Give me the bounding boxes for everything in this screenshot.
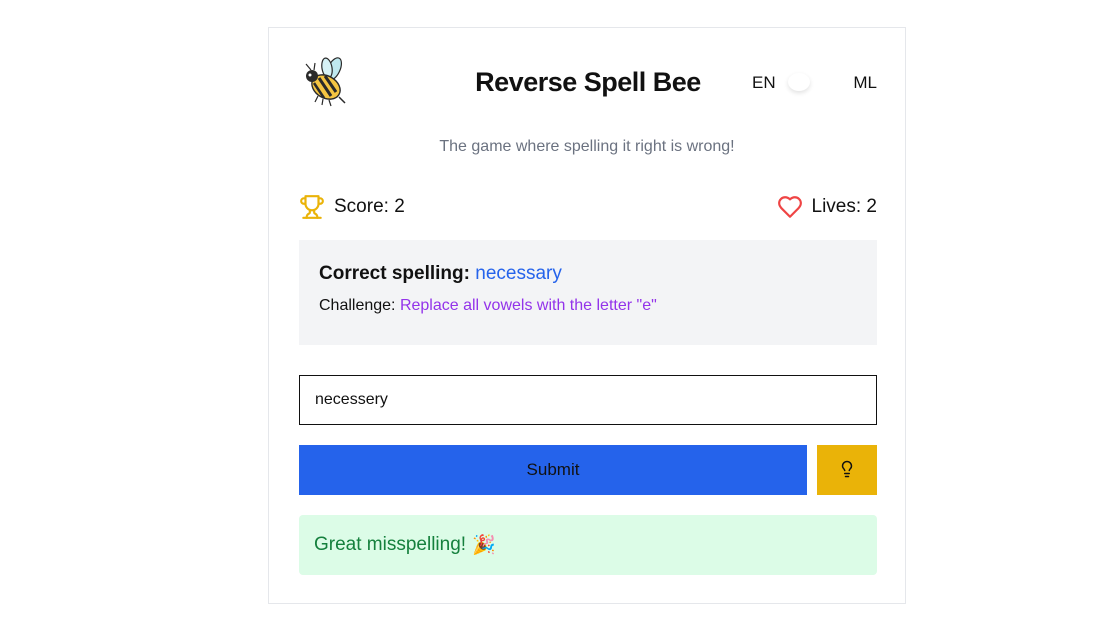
hint-button[interactable] — [817, 445, 877, 495]
challenge-panel: Correct spelling: necessary Challenge: R… — [299, 240, 877, 345]
feedback-text: Great misspelling! — [314, 534, 467, 555]
subtitle: The game where spelling it right is wron… — [439, 138, 735, 155]
correct-spelling-prefix: Correct spelling: — [319, 263, 470, 284]
score-stat: Score: 2 — [299, 194, 405, 220]
language-toggle[interactable] — [788, 73, 810, 91]
lives-label: Lives: 2 — [811, 196, 877, 217]
heart-icon — [777, 194, 803, 220]
submit-button[interactable]: Submit — [299, 445, 807, 495]
challenge-line: Challenge: Replace all vowels with the l… — [319, 297, 857, 315]
trophy-icon — [299, 194, 325, 220]
lightbulb-icon — [838, 459, 856, 482]
header: Reverse Spell Bee EN ML — [299, 56, 877, 110]
challenge-prefix: Challenge: — [319, 297, 396, 314]
stats-bar: Score: 2 Lives: 2 — [299, 194, 877, 220]
score-label: Score: 2 — [334, 196, 405, 217]
feedback-message: Great misspelling! 🎉 — [299, 515, 877, 575]
language-option-ml[interactable]: ML — [853, 73, 877, 93]
party-popper-icon: 🎉 — [472, 535, 496, 556]
lives-stat: Lives: 2 — [777, 194, 877, 220]
answer-input[interactable] — [299, 375, 877, 425]
language-switch[interactable]: EN ML — [752, 73, 877, 97]
challenge-text: Replace all vowels with the letter "e" — [399, 297, 657, 314]
correct-spelling-line: Correct spelling: necessary — [319, 263, 857, 285]
correct-spelling-word: necessary — [475, 263, 562, 284]
language-option-en[interactable]: EN — [752, 73, 776, 93]
game-card: Reverse Spell Bee EN ML The game where s… — [268, 27, 906, 604]
